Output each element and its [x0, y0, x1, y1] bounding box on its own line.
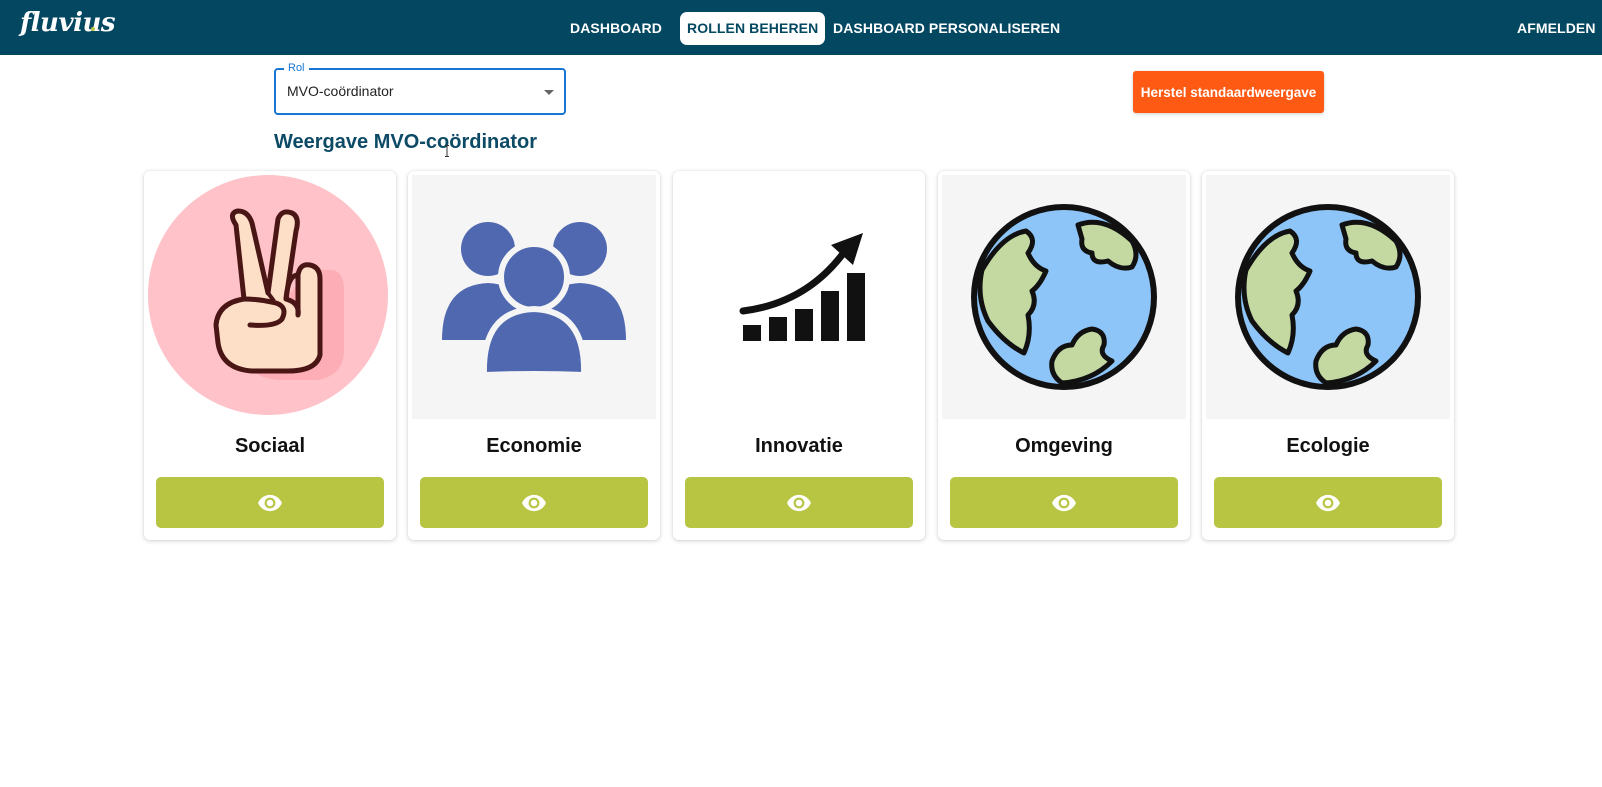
view-button[interactable]	[156, 477, 384, 528]
eye-icon	[1316, 494, 1340, 512]
peace-hand-icon	[148, 175, 388, 415]
role-select[interactable]: Rol MVO-coördinator	[274, 61, 566, 115]
growth-chart-icon	[739, 233, 865, 341]
reset-default-view-button[interactable]: Herstel standaardweergave	[1133, 71, 1324, 113]
view-button[interactable]	[1214, 477, 1442, 528]
nav-rollen-beheren[interactable]: ROLLEN BEHEREN	[680, 12, 826, 45]
role-select-value: MVO-coördinator	[287, 83, 394, 99]
people-group-icon	[442, 222, 626, 379]
eye-icon	[787, 494, 811, 512]
card-innovatie: Innovatie	[673, 171, 925, 540]
globe-icon	[1235, 204, 1421, 390]
view-button[interactable]	[420, 477, 648, 528]
text-cursor-icon	[445, 145, 449, 157]
top-navigation-bar: fluvius DASHBOARD ROLLEN BEHEREN DASHBOA…	[0, 0, 1602, 55]
card-title: Omgeving	[1015, 435, 1113, 457]
card-economie: Economie	[408, 171, 660, 540]
card-title: Innovatie	[755, 435, 843, 457]
card-title: Economie	[486, 435, 582, 457]
card-title: Sociaal	[234, 435, 306, 457]
dropdown-caret-icon	[544, 90, 554, 95]
nav-dashboard[interactable]: DASHBOARD	[563, 12, 669, 45]
card-image	[677, 175, 921, 419]
card-image	[1206, 175, 1450, 419]
card-omgeving: Omgeving	[938, 171, 1190, 540]
card-ecologie: Ecologie	[1202, 171, 1454, 540]
page-heading: Weergave MVO-coördinator	[274, 131, 538, 153]
eye-icon	[522, 494, 546, 512]
fluvius-logo[interactable]: fluvius	[20, 8, 116, 38]
eye-icon	[1052, 494, 1076, 512]
eye-icon	[258, 494, 282, 512]
logo-dot	[91, 27, 95, 31]
view-button[interactable]	[685, 477, 913, 528]
card-image	[148, 175, 392, 419]
logout-link[interactable]: AFMELDEN	[1510, 12, 1602, 45]
globe-icon	[971, 204, 1157, 390]
card-sociaal: Sociaal	[144, 171, 396, 540]
card-image	[412, 175, 656, 419]
card-title: Ecologie	[1286, 435, 1370, 457]
card-image	[942, 175, 1186, 419]
role-select-label: Rol	[284, 61, 309, 75]
view-button[interactable]	[950, 477, 1178, 528]
nav-dashboard-personaliseren[interactable]: DASHBOARD PERSONALISEREN	[826, 12, 1067, 45]
